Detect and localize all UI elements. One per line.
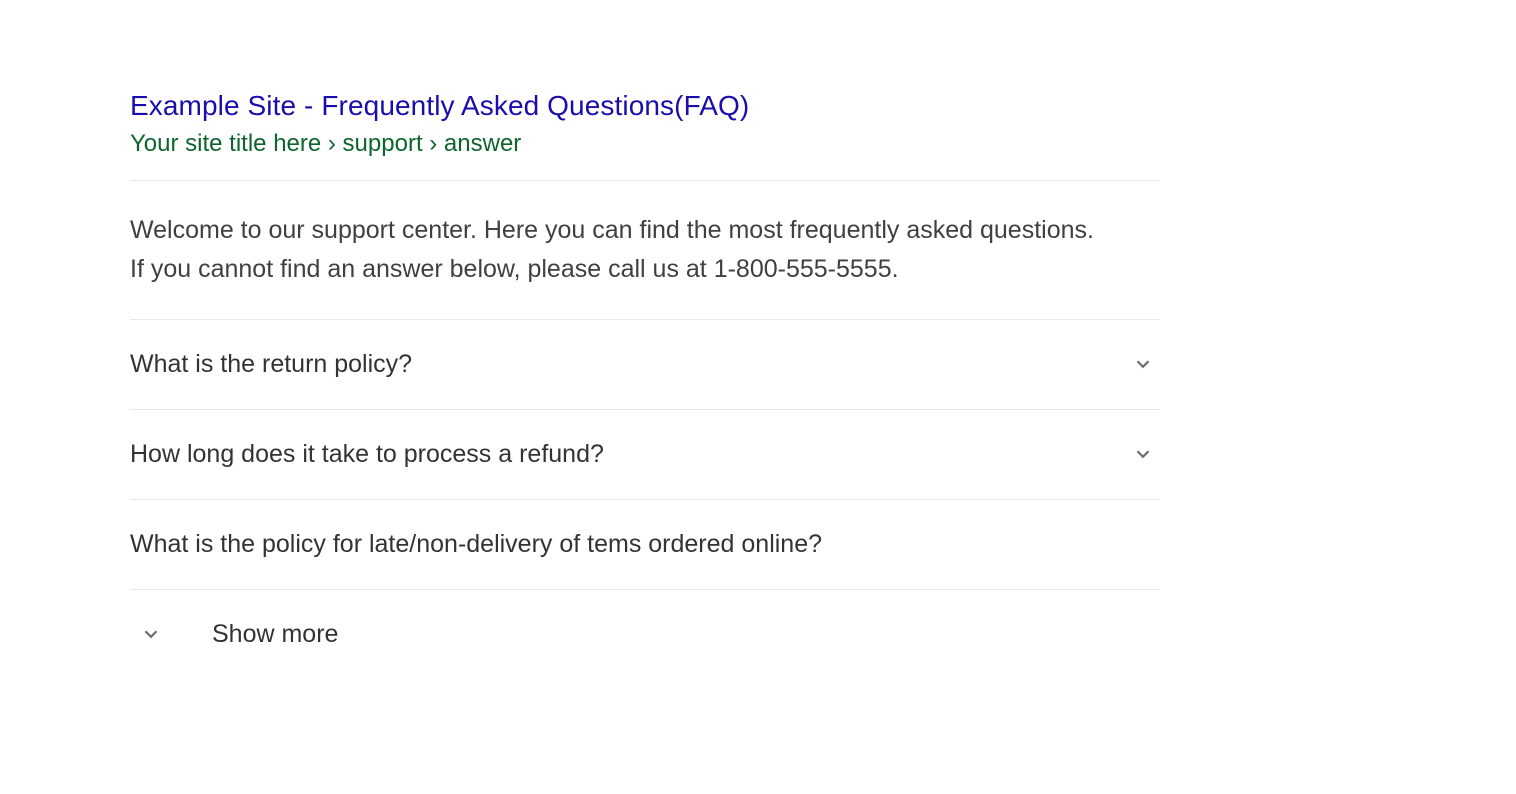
faq-item-refund-time[interactable]: How long does it take to process a refun… (130, 409, 1160, 499)
faq-item-late-delivery[interactable]: What is the policy for late/non-delivery… (130, 499, 1160, 589)
faq-question: What is the return policy? (130, 350, 412, 379)
description-line-2: If you cannot find an answer below, plea… (130, 255, 899, 283)
faq-question: What is the policy for late/non-delivery… (130, 530, 822, 559)
result-title-link[interactable]: Example Site - Frequently Asked Question… (130, 90, 749, 121)
description-line-1: Welcome to our support center. Here you … (130, 216, 1094, 244)
chevron-down-icon (140, 623, 162, 645)
show-more-button[interactable]: Show more (130, 589, 1160, 649)
show-more-label: Show more (212, 620, 338, 649)
chevron-down-icon (1132, 443, 1154, 465)
result-description: Welcome to our support center. Here you … (130, 181, 1160, 319)
faq-question: How long does it take to process a refun… (130, 440, 604, 469)
faq-item-return-policy[interactable]: What is the return policy? (130, 319, 1160, 409)
breadcrumb: Your site title here › support › answer (130, 130, 1160, 180)
result-title: Example Site - Frequently Asked Question… (130, 90, 1160, 122)
chevron-down-icon (1132, 353, 1154, 375)
search-result-block: Example Site - Frequently Asked Question… (0, 0, 1290, 649)
